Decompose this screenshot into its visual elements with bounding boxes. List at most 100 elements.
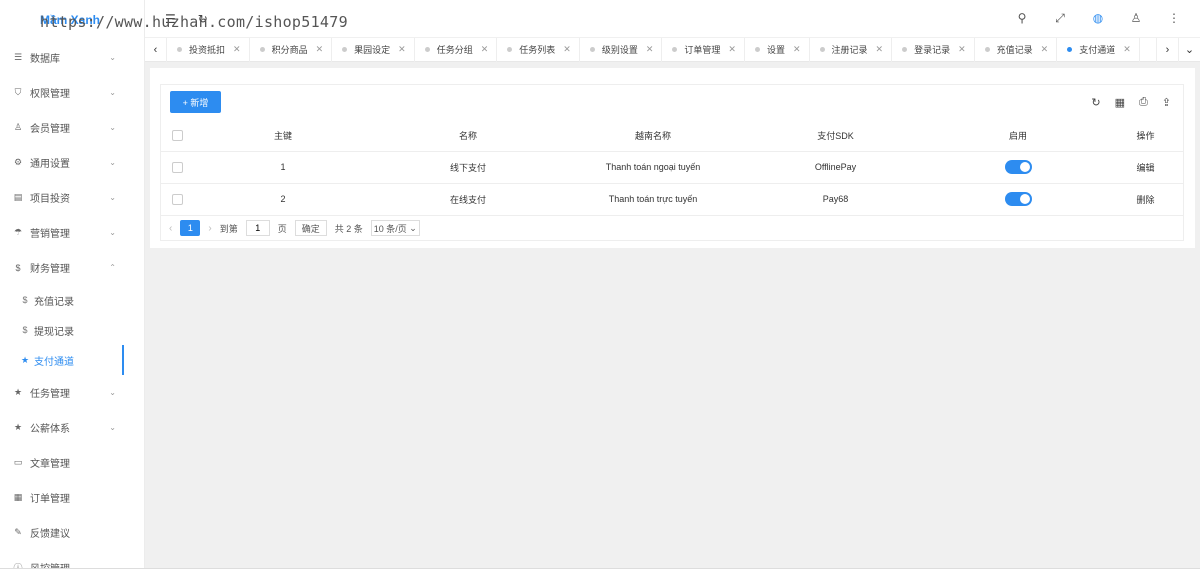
sidebar-subitem[interactable]: $ 提现记录 — [0, 315, 144, 345]
close-icon[interactable]: ✕ — [1123, 44, 1131, 55]
enabled-toggle[interactable] — [1004, 160, 1032, 174]
close-icon[interactable]: ✕ — [481, 44, 489, 55]
calendar-icon: ▦ — [13, 492, 23, 502]
chevron-down-icon: ⌄ — [109, 228, 116, 237]
enabled-toggle[interactable] — [1004, 192, 1032, 206]
close-icon[interactable]: ✕ — [316, 44, 324, 55]
sidebar-item[interactable]: ☂ 营销管理 ⌄ — [0, 215, 144, 250]
close-icon[interactable]: ✕ — [1041, 44, 1049, 55]
tab-item[interactable]: 级别设置 ✕ — [580, 37, 663, 62]
sidebar-subitem-label: 充值记录 — [34, 296, 74, 308]
tab-item[interactable]: 任务列表 ✕ — [497, 37, 580, 62]
more-icon[interactable]: ⋮ — [1168, 11, 1180, 26]
page-unit-label: 页 — [277, 223, 287, 234]
tab-item[interactable]: 果园设定 ✕ — [332, 37, 415, 62]
page-next-button[interactable]: › — [208, 223, 211, 234]
tab-label: 订单管理 — [684, 45, 721, 55]
close-icon[interactable]: ✕ — [398, 44, 406, 55]
tabs-dropdown-button[interactable]: ⌄ — [1178, 37, 1200, 62]
page-size-select[interactable]: 10 条/页 ⌄ — [370, 220, 420, 236]
goto-page-input[interactable] — [245, 220, 270, 236]
table-card: + 新增 ↻ ▦ ⎙ ⇪ 主键 名称 越南名称 支付SDK 启用 操作 1 线下支付 Th… — [160, 84, 1184, 241]
select-all-cell — [161, 121, 193, 152]
total-count: 共 2 条 — [334, 223, 363, 234]
sidebar-item[interactable]: ⓘ风控管理⌄ — [0, 550, 144, 569]
close-icon[interactable]: ✕ — [793, 44, 801, 55]
sidebar-item[interactable]: ▤ 项目投资 ⌄ — [0, 180, 144, 215]
tab-status-dot — [507, 47, 513, 52]
delete-button[interactable]: 删除 — [1136, 195, 1154, 205]
table-row: 1 线下支付 Thanh toán ngoại tuyến OfflinePay 编辑 — [161, 151, 1183, 184]
tab-status-dot — [259, 47, 265, 52]
cell-sdk: OfflinePay — [743, 151, 928, 184]
tab-label: 积分商品 — [271, 45, 308, 55]
tab-label: 设置 — [766, 45, 785, 55]
sidebar-subitem[interactable]: ★ 支付通道 — [0, 345, 144, 375]
tab-status-dot — [819, 47, 825, 52]
edit-button[interactable]: 编辑 — [1136, 163, 1154, 173]
cell-vn-name: Thanh toán trực tuyến — [563, 183, 743, 216]
sidebar: Mầm Xanh ☰ 数据库 ⌄ ⛉ 权限管理 ⌄ ♙ 会员管理 ⌄ ⚙ 通用设置 ⌄ ▤ 项目投资 ⌄ ☂ 营… — [0, 0, 145, 569]
tab-status-dot — [672, 47, 678, 52]
sidebar-item[interactable]: ★ 公薪体系 ⌄ — [0, 410, 144, 445]
sidebar-item-label: 权限管理 — [30, 89, 70, 100]
tab-item[interactable]: 支付通道 ✕ — [1057, 37, 1140, 62]
tab-label: 充值记录 — [996, 45, 1033, 55]
sidebar-item[interactable]: ✎ 反馈建议 — [0, 515, 144, 550]
tab-item[interactable]: 充值记录 ✕ — [975, 37, 1058, 62]
select-all-checkbox[interactable] — [171, 130, 183, 142]
chevron-down-icon: ⌄ — [109, 388, 116, 397]
sidebar-item[interactable]: ★ 任务管理 ⌄ — [0, 375, 144, 410]
sidebar-item[interactable]: $ 财务管理 ⌃ — [0, 250, 144, 285]
sidebar-item[interactable]: ☰ 数据库 ⌄ — [0, 40, 144, 75]
tab-item[interactable]: 投资抵扣 ✕ — [167, 37, 250, 62]
tab-item[interactable]: 订单管理 ✕ — [662, 37, 745, 62]
tab-item[interactable]: 任务分组 ✕ — [415, 37, 498, 62]
close-icon[interactable]: ✕ — [233, 44, 241, 55]
fullscreen-icon[interactable]: ⤢ — [1054, 11, 1066, 26]
row-checkbox[interactable] — [171, 193, 183, 205]
sidebar-subitem-label: 支付通道 — [34, 356, 74, 368]
goto-confirm-button[interactable]: 确定 — [294, 220, 327, 236]
print-icon[interactable]: ⎙ — [1139, 96, 1148, 109]
close-icon[interactable]: ✕ — [958, 44, 966, 55]
col-enabled: 启用 — [928, 121, 1108, 152]
tab-item[interactable]: 登录记录 ✕ — [892, 37, 975, 62]
sidebar-item[interactable]: ▭ 文章管理 — [0, 445, 144, 480]
close-icon[interactable]: ✕ — [563, 44, 571, 55]
tab-item[interactable]: 注册记录 ✕ — [810, 37, 893, 62]
page-current[interactable]: 1 — [180, 220, 201, 236]
refresh-icon[interactable]: ↻ — [1091, 96, 1100, 109]
star-icon: ★ — [13, 387, 23, 397]
sidebar-subitem[interactable]: $ 充值记录 — [0, 285, 144, 315]
page-prev-button[interactable]: ‹ — [169, 223, 172, 234]
search-icon[interactable]: ⚲ — [1016, 11, 1028, 26]
add-button[interactable]: + 新增 — [170, 91, 221, 113]
star-icon: ★ — [13, 422, 23, 432]
close-icon[interactable]: ✕ — [646, 44, 654, 55]
export-icon[interactable]: ⇪ — [1162, 96, 1171, 109]
payment-channel-table: 主键 名称 越南名称 支付SDK 启用 操作 1 线下支付 Thanh toán n… — [161, 121, 1183, 216]
sidebar-item-label: 财务管理 — [30, 264, 70, 275]
row-select-cell — [161, 151, 193, 184]
tabs-next-button[interactable]: › — [1156, 37, 1178, 62]
dollar-icon: $ — [22, 325, 28, 335]
sidebar-item-label: 反馈建议 — [30, 529, 70, 540]
user-icon[interactable]: ♙ — [1130, 11, 1142, 26]
sidebar-item[interactable]: ⛉ 权限管理 ⌄ — [0, 75, 144, 110]
cell-enabled — [928, 183, 1108, 216]
chevron-down-icon: ⌄ — [109, 88, 116, 97]
tab-item[interactable]: 积分商品 ✕ — [250, 37, 333, 62]
gear-icon: ⚙ — [13, 157, 23, 167]
sidebar-item[interactable]: ▦ 订单管理 — [0, 480, 144, 515]
sidebar-item[interactable]: ⚙ 通用设置 ⌄ — [0, 145, 144, 180]
columns-icon[interactable]: ▦ — [1115, 96, 1125, 109]
close-icon[interactable]: ✕ — [728, 44, 736, 55]
globe-icon[interactable]: ◍ — [1092, 11, 1104, 26]
sidebar-item[interactable]: ♙ 会员管理 ⌄ — [0, 110, 144, 145]
tabs-prev-button[interactable]: ‹ — [145, 37, 167, 62]
chevron-down-icon: ⌄ — [409, 222, 417, 233]
tab-item[interactable]: 设置 ✕ — [745, 37, 810, 62]
close-icon[interactable]: ✕ — [876, 44, 884, 55]
row-checkbox[interactable] — [171, 161, 183, 173]
